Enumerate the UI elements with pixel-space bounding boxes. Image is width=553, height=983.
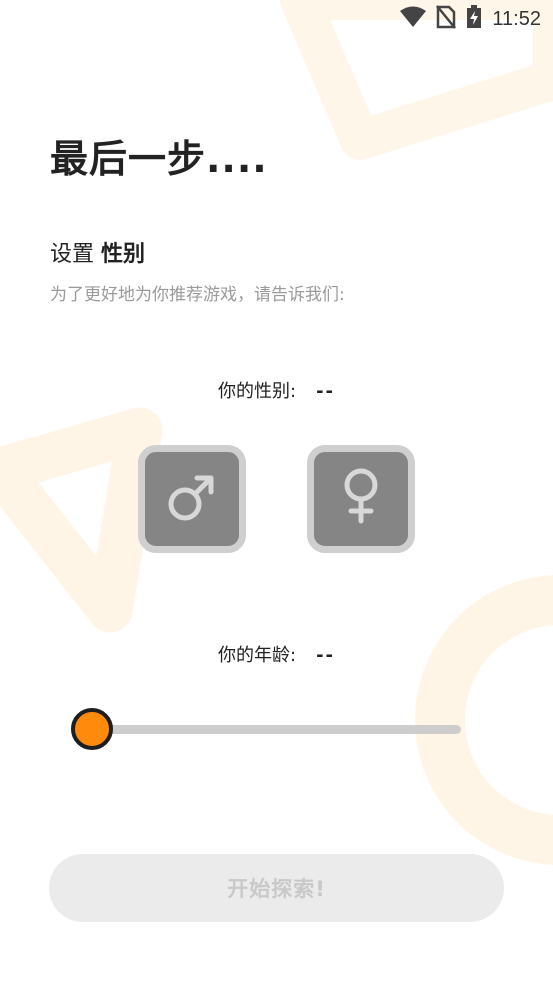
- status-bar: 11:52: [0, 0, 553, 38]
- gender-value: --: [316, 381, 336, 402]
- age-slider-thumb[interactable]: [71, 708, 113, 750]
- section-title-emphasis: 性别: [101, 242, 146, 267]
- battery-charging-icon: [466, 5, 482, 33]
- section-title-prefix: 设置: [50, 242, 95, 267]
- age-slider-track[interactable]: [92, 725, 461, 734]
- no-sim-icon: [436, 5, 457, 33]
- start-explore-label: 开始探索!: [227, 877, 326, 901]
- page-title: 最后一步....: [50, 137, 268, 181]
- gender-row: 你的性别: --: [0, 377, 553, 403]
- section-subtitle: 为了更好地为你推荐游戏，请告诉我们:: [50, 285, 345, 305]
- male-icon: [162, 467, 222, 531]
- female-button[interactable]: [307, 445, 415, 553]
- gender-label: 你的性别:: [217, 381, 297, 402]
- age-value: --: [316, 645, 336, 666]
- age-label: 你的年龄:: [217, 645, 297, 666]
- section-title: 设置 性别: [50, 236, 145, 268]
- wifi-icon: [400, 6, 427, 32]
- start-explore-button[interactable]: 开始探索!: [49, 854, 504, 922]
- age-row: 你的年龄: --: [0, 641, 553, 667]
- status-time: 11:52: [492, 7, 541, 30]
- male-button[interactable]: [138, 445, 246, 553]
- female-icon: [331, 465, 391, 533]
